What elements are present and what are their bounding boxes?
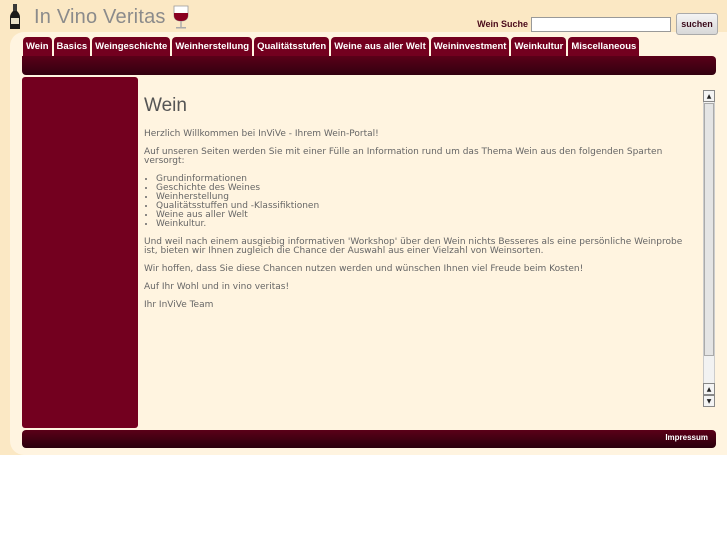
sub-nav-bar <box>22 56 716 75</box>
paragraph-1: Auf unseren Seiten werden Sie mit einer … <box>144 147 663 166</box>
list-item: Weine aus aller Welt <box>156 211 690 220</box>
site-title: In Vino Veritas <box>34 5 166 28</box>
main-content: Wein Herzlich Willkommen bei InViVe - Ih… <box>138 84 690 414</box>
tab-miscellaneous[interactable]: Miscellaneous <box>568 37 640 56</box>
search-input[interactable] <box>531 16 671 32</box>
intro-text: Herzlich Willkommen bei InViVe - Ihrem W… <box>144 129 379 139</box>
scroll-up-icon[interactable]: ▲ <box>703 90 715 102</box>
tab-weininvestment[interactable]: Weininvestment <box>430 37 510 56</box>
main-nav: Wein Basics Weingeschichte Weinherstellu… <box>23 37 640 56</box>
site-logo[interactable]: In Vino Veritas <box>8 3 192 31</box>
search-button[interactable]: suchen <box>676 13 718 35</box>
search-label: Wein Suche <box>477 19 528 29</box>
sidebar <box>22 77 138 428</box>
footer-bar: Impressum <box>22 430 716 448</box>
paragraph-2: Und weil nach einem ausgiebig informativ… <box>144 237 683 256</box>
scrollbar-thumb[interactable] <box>704 103 714 356</box>
impressum-link[interactable]: Impressum <box>665 433 708 442</box>
paragraph-4: Auf Ihr Wohl und in vino veritas! <box>144 282 290 292</box>
wine-bottle-icon <box>10 4 20 29</box>
tab-basics[interactable]: Basics <box>53 37 91 56</box>
list-item: Weinkultur. <box>156 220 690 229</box>
search-bar: Wein Suche suchen <box>477 13 718 35</box>
scroll-up-icon[interactable]: ▲ <box>703 383 715 395</box>
content-scrollbar[interactable]: ▲ ▲ ▼ <box>703 90 715 407</box>
topic-list: Grundinformationen Geschichte des Weines… <box>144 175 690 229</box>
paragraph-3: Wir hoffen, dass Sie diese Chancen nutze… <box>144 264 584 274</box>
tab-wein[interactable]: Wein <box>23 37 52 56</box>
signature: Ihr InViVe Team <box>144 300 214 310</box>
page-title: Wein <box>144 95 187 116</box>
tab-weinkultur[interactable]: Weinkultur <box>511 37 567 56</box>
tab-qualitaetsstufen[interactable]: Qualitätsstufen <box>254 37 330 56</box>
list-item: Geschichte des Weines <box>156 184 690 193</box>
tab-weine-aus-aller-welt[interactable]: Weine aus aller Welt <box>331 37 429 56</box>
tab-weingeschichte[interactable]: Weingeschichte <box>92 37 171 56</box>
tab-weinherstellung[interactable]: Weinherstellung <box>172 37 253 56</box>
scroll-down-icon[interactable]: ▼ <box>703 395 715 407</box>
wine-glass-icon <box>173 5 189 29</box>
